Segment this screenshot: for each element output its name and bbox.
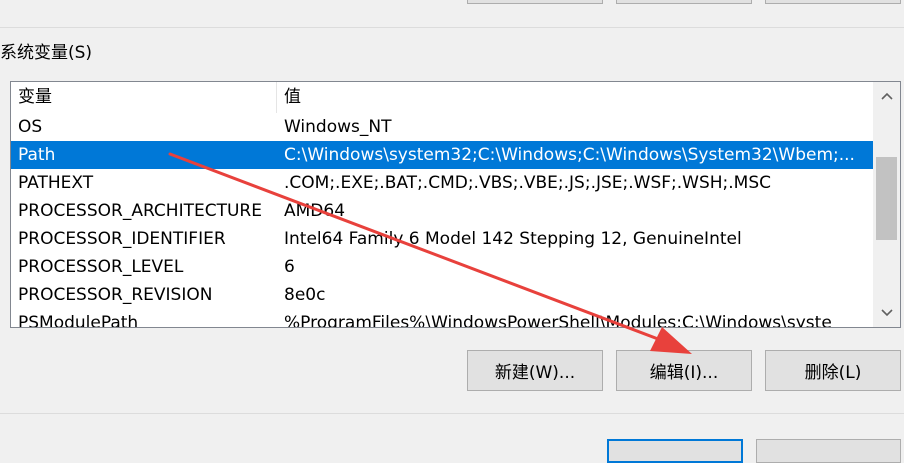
ok-button-partial[interactable] (607, 439, 743, 463)
scroll-up-arrow-icon[interactable] (873, 82, 900, 110)
column-separator[interactable] (276, 82, 277, 113)
variable-value: C:\Windows\system32;C:\Windows;C:\Window… (284, 145, 855, 165)
variable-name: PSModulePath (18, 313, 139, 327)
variable-name: Path (18, 145, 56, 165)
table-row[interactable]: PSModulePath %ProgramFiles%\WindowsPower… (11, 309, 873, 327)
column-header-value[interactable]: 值 (284, 82, 301, 113)
variable-name: OS (18, 117, 43, 137)
vertical-scrollbar[interactable] (873, 82, 900, 327)
section-divider-bottom (0, 413, 904, 414)
variable-name: PATHEXT (18, 173, 94, 193)
system-variables-label: 系统变量(S) (0, 43, 93, 63)
table-row[interactable]: PROCESSOR_ARCHITECTURE AMD64 (11, 197, 873, 225)
column-header: 变量 值 (11, 82, 873, 113)
table-row[interactable]: PROCESSOR_IDENTIFIER Intel64 Family 6 Mo… (11, 225, 873, 253)
column-header-variable[interactable]: 变量 (18, 82, 52, 113)
table-row[interactable]: PROCESSOR_REVISION 8e0c (11, 281, 873, 309)
table-row-selected[interactable]: Path C:\Windows\system32;C:\Windows;C:\W… (11, 141, 873, 169)
variable-value: %ProgramFiles%\WindowsPowerShell\Modules… (284, 313, 832, 327)
variable-name: PROCESSOR_LEVEL (18, 257, 184, 277)
delete-button[interactable]: 删除(L) (765, 350, 901, 391)
table-row[interactable]: PATHEXT .COM;.EXE;.BAT;.CMD;.VBS;.VBE;.J… (11, 169, 873, 197)
cancel-button-partial[interactable] (756, 439, 901, 463)
variable-name: PROCESSOR_IDENTIFIER (18, 229, 226, 249)
scroll-down-arrow-icon[interactable] (873, 299, 900, 327)
list-content: 变量 值 OS Windows_NT Path C:\Windows\syste… (11, 82, 873, 327)
variable-name: PROCESSOR_REVISION (18, 285, 213, 305)
scrollbar-thumb[interactable] (876, 157, 897, 240)
variable-value: .COM;.EXE;.BAT;.CMD;.VBS;.VBE;.JS;.JSE;.… (284, 173, 772, 193)
new-button[interactable]: 新建(W)... (467, 350, 603, 391)
table-row[interactable]: PROCESSOR_LEVEL 6 (11, 253, 873, 281)
table-row[interactable]: OS Windows_NT (11, 113, 873, 141)
variable-value: Windows_NT (284, 117, 392, 137)
variable-value: 8e0c (284, 285, 326, 305)
edit-button[interactable]: 编辑(I)... (616, 350, 752, 391)
variable-value: 6 (284, 257, 295, 277)
system-variables-list[interactable]: 变量 值 OS Windows_NT Path C:\Windows\syste… (10, 81, 901, 328)
top-button-middle[interactable] (616, 0, 752, 4)
variable-value: AMD64 (284, 201, 346, 221)
section-divider-top (0, 27, 904, 28)
variable-name: PROCESSOR_ARCHITECTURE (18, 201, 262, 221)
top-button-left[interactable] (467, 0, 603, 4)
top-button-right[interactable] (765, 0, 901, 4)
variable-value: Intel64 Family 6 Model 142 Stepping 12, … (284, 229, 742, 249)
